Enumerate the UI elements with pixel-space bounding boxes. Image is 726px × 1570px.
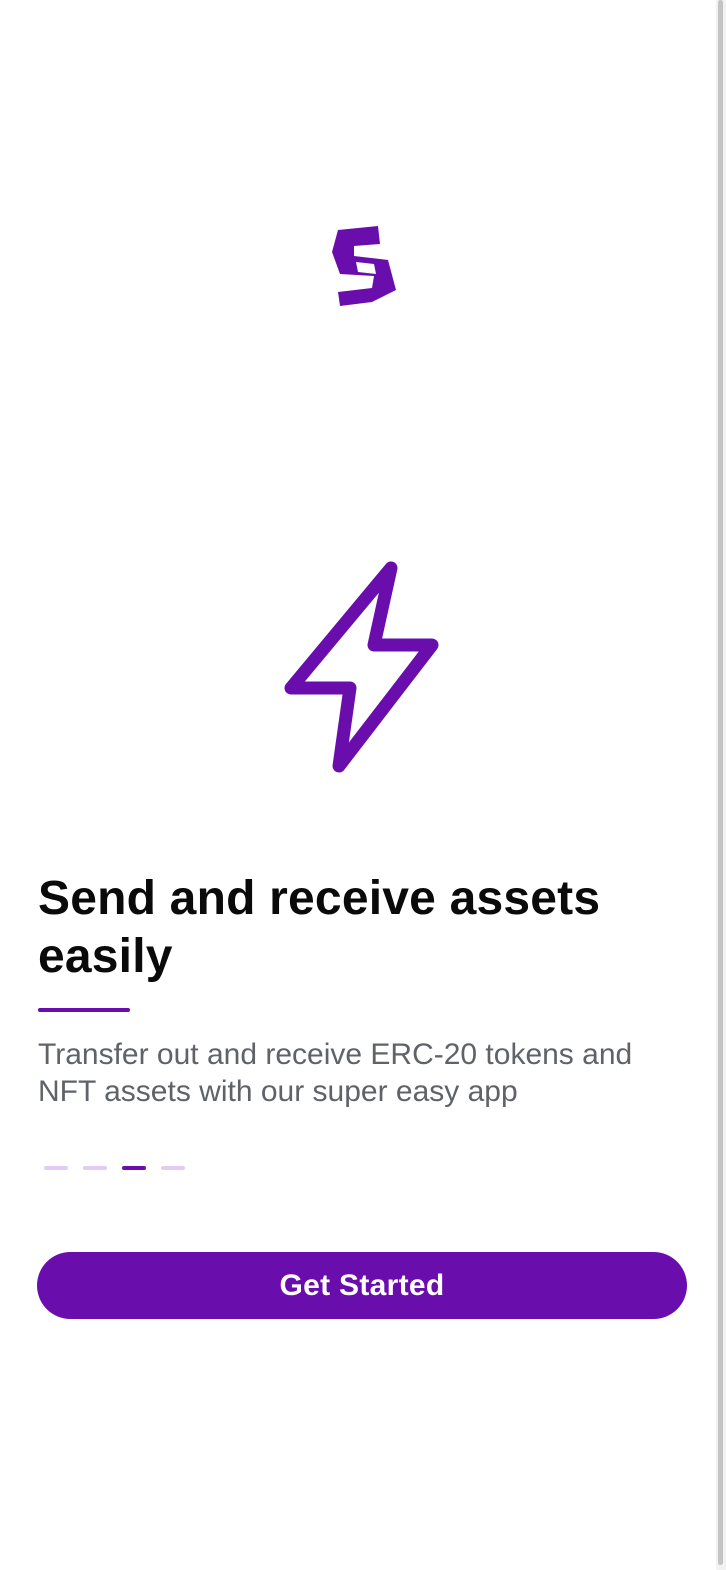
page-indicator-dot[interactable] bbox=[83, 1166, 107, 1170]
scrollbar[interactable] bbox=[716, 0, 726, 1570]
page-indicator-dot-active[interactable] bbox=[122, 1166, 146, 1170]
onboarding-title: Send and receive assets easily bbox=[38, 872, 601, 983]
page-indicator-dot[interactable] bbox=[161, 1166, 185, 1170]
onboarding-subtitle: Transfer out and receive ERC-20 tokens a… bbox=[38, 1038, 633, 1108]
page-indicator-dot[interactable] bbox=[44, 1166, 68, 1170]
onboarding-screen: Send and receive assets easily Transfer … bbox=[0, 0, 726, 1570]
scrollbar-thumb[interactable] bbox=[718, 0, 723, 1565]
lightning-bolt-icon bbox=[284, 561, 439, 773]
page-indicator bbox=[44, 1166, 185, 1170]
s-logo-icon bbox=[332, 226, 396, 306]
get-started-button[interactable]: Get Started bbox=[37, 1252, 687, 1319]
title-underline bbox=[38, 1008, 130, 1012]
